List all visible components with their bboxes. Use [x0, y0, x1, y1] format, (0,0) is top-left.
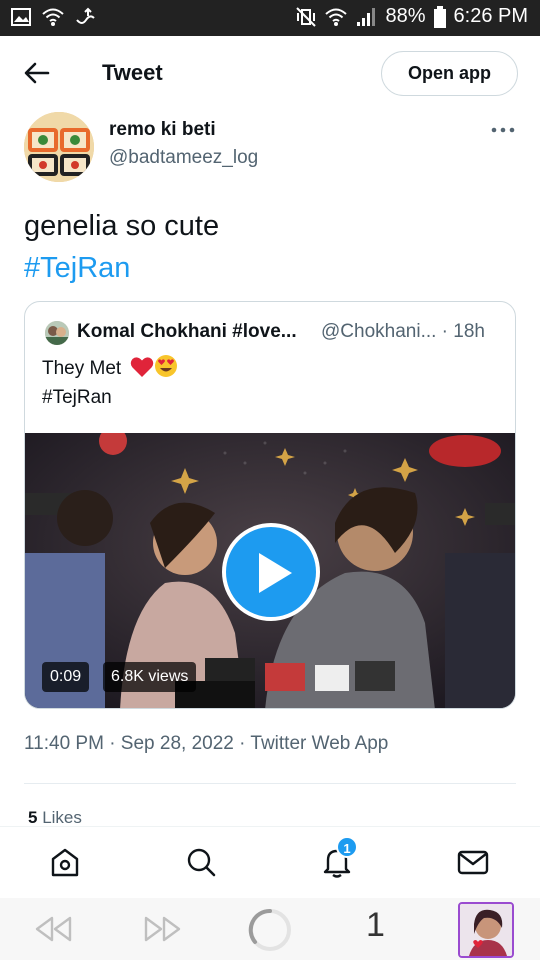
messages-icon[interactable] [456, 845, 490, 879]
author-handle[interactable]: @badtameez_log [109, 147, 258, 169]
tweet-text: genelia so cute #TejRan [24, 205, 219, 289]
battery-percent: 88% [385, 5, 426, 27]
more-options-icon[interactable] [490, 120, 516, 140]
tweet-header: Tweet Open app [0, 36, 540, 108]
divider [24, 783, 516, 784]
tab-count[interactable]: 1 [366, 906, 385, 945]
play-icon [259, 553, 292, 593]
tweet-hashtag-link[interactable]: #TejRan [24, 247, 219, 289]
status-bar: 88% 6:26 PM [0, 0, 540, 36]
quoted-author-name: Komal Chokhani #love... [77, 321, 297, 342]
bottom-tab-bar: 1 [0, 826, 540, 898]
quoted-text: They Met #TejRan [42, 354, 178, 412]
sushi-avatar-image [24, 112, 94, 182]
wifi-signal-icon [325, 8, 348, 26]
likes-number: 5 [28, 808, 38, 827]
wifi-notification-icon [42, 8, 64, 26]
forward-browser-icon[interactable] [142, 915, 182, 943]
play-button[interactable] [222, 523, 320, 621]
back-arrow-icon[interactable] [22, 58, 52, 88]
upload-notification-icon [76, 7, 95, 24]
search-icon[interactable] [184, 845, 218, 879]
notification-badge: 1 [336, 836, 358, 858]
browser-toolbar: 1 [0, 898, 540, 960]
clock: 6:26 PM [453, 5, 528, 27]
quoted-tweet[interactable]: Komal Chokhani #love... @Chokhani... · 1… [24, 301, 516, 709]
page-title: Tweet [102, 60, 163, 85]
quoted-hashtag-link[interactable]: #TejRan [42, 383, 178, 412]
likes-label: Likes [42, 808, 82, 827]
quoted-author-avatar [45, 321, 69, 345]
red-heart-icon [131, 357, 154, 377]
tab-preview-image [460, 904, 512, 956]
loading-spinner-icon [248, 908, 291, 951]
cell-signal-icon [357, 7, 376, 26]
heart-eyes-face-icon [155, 355, 178, 377]
home-icon[interactable] [48, 845, 82, 879]
quoted-author-handle: @Chokhani... · 18h [321, 321, 485, 342]
back-browser-icon[interactable] [34, 915, 74, 943]
quoted-body: They Met [42, 358, 122, 379]
author-avatar[interactable] [24, 112, 94, 182]
likes-count[interactable]: 5 Likes [28, 808, 82, 827]
vibrate-mute-icon [296, 6, 317, 27]
author-name[interactable]: remo ki beti [109, 119, 216, 141]
tweet-timestamp: 11:40 PM · Sep 28, 2022 · Twitter Web Ap… [24, 733, 389, 754]
tweet-body: genelia so cute [24, 210, 220, 242]
video-player[interactable]: 0:09 6.8K views [25, 427, 515, 708]
gallery-notification-icon [11, 8, 31, 26]
tab-thumbnail[interactable] [458, 902, 514, 958]
video-views: 6.8K views [103, 662, 197, 692]
open-app-button[interactable]: Open app [381, 51, 518, 96]
battery-icon [433, 5, 446, 28]
video-duration: 0:09 [42, 662, 90, 692]
